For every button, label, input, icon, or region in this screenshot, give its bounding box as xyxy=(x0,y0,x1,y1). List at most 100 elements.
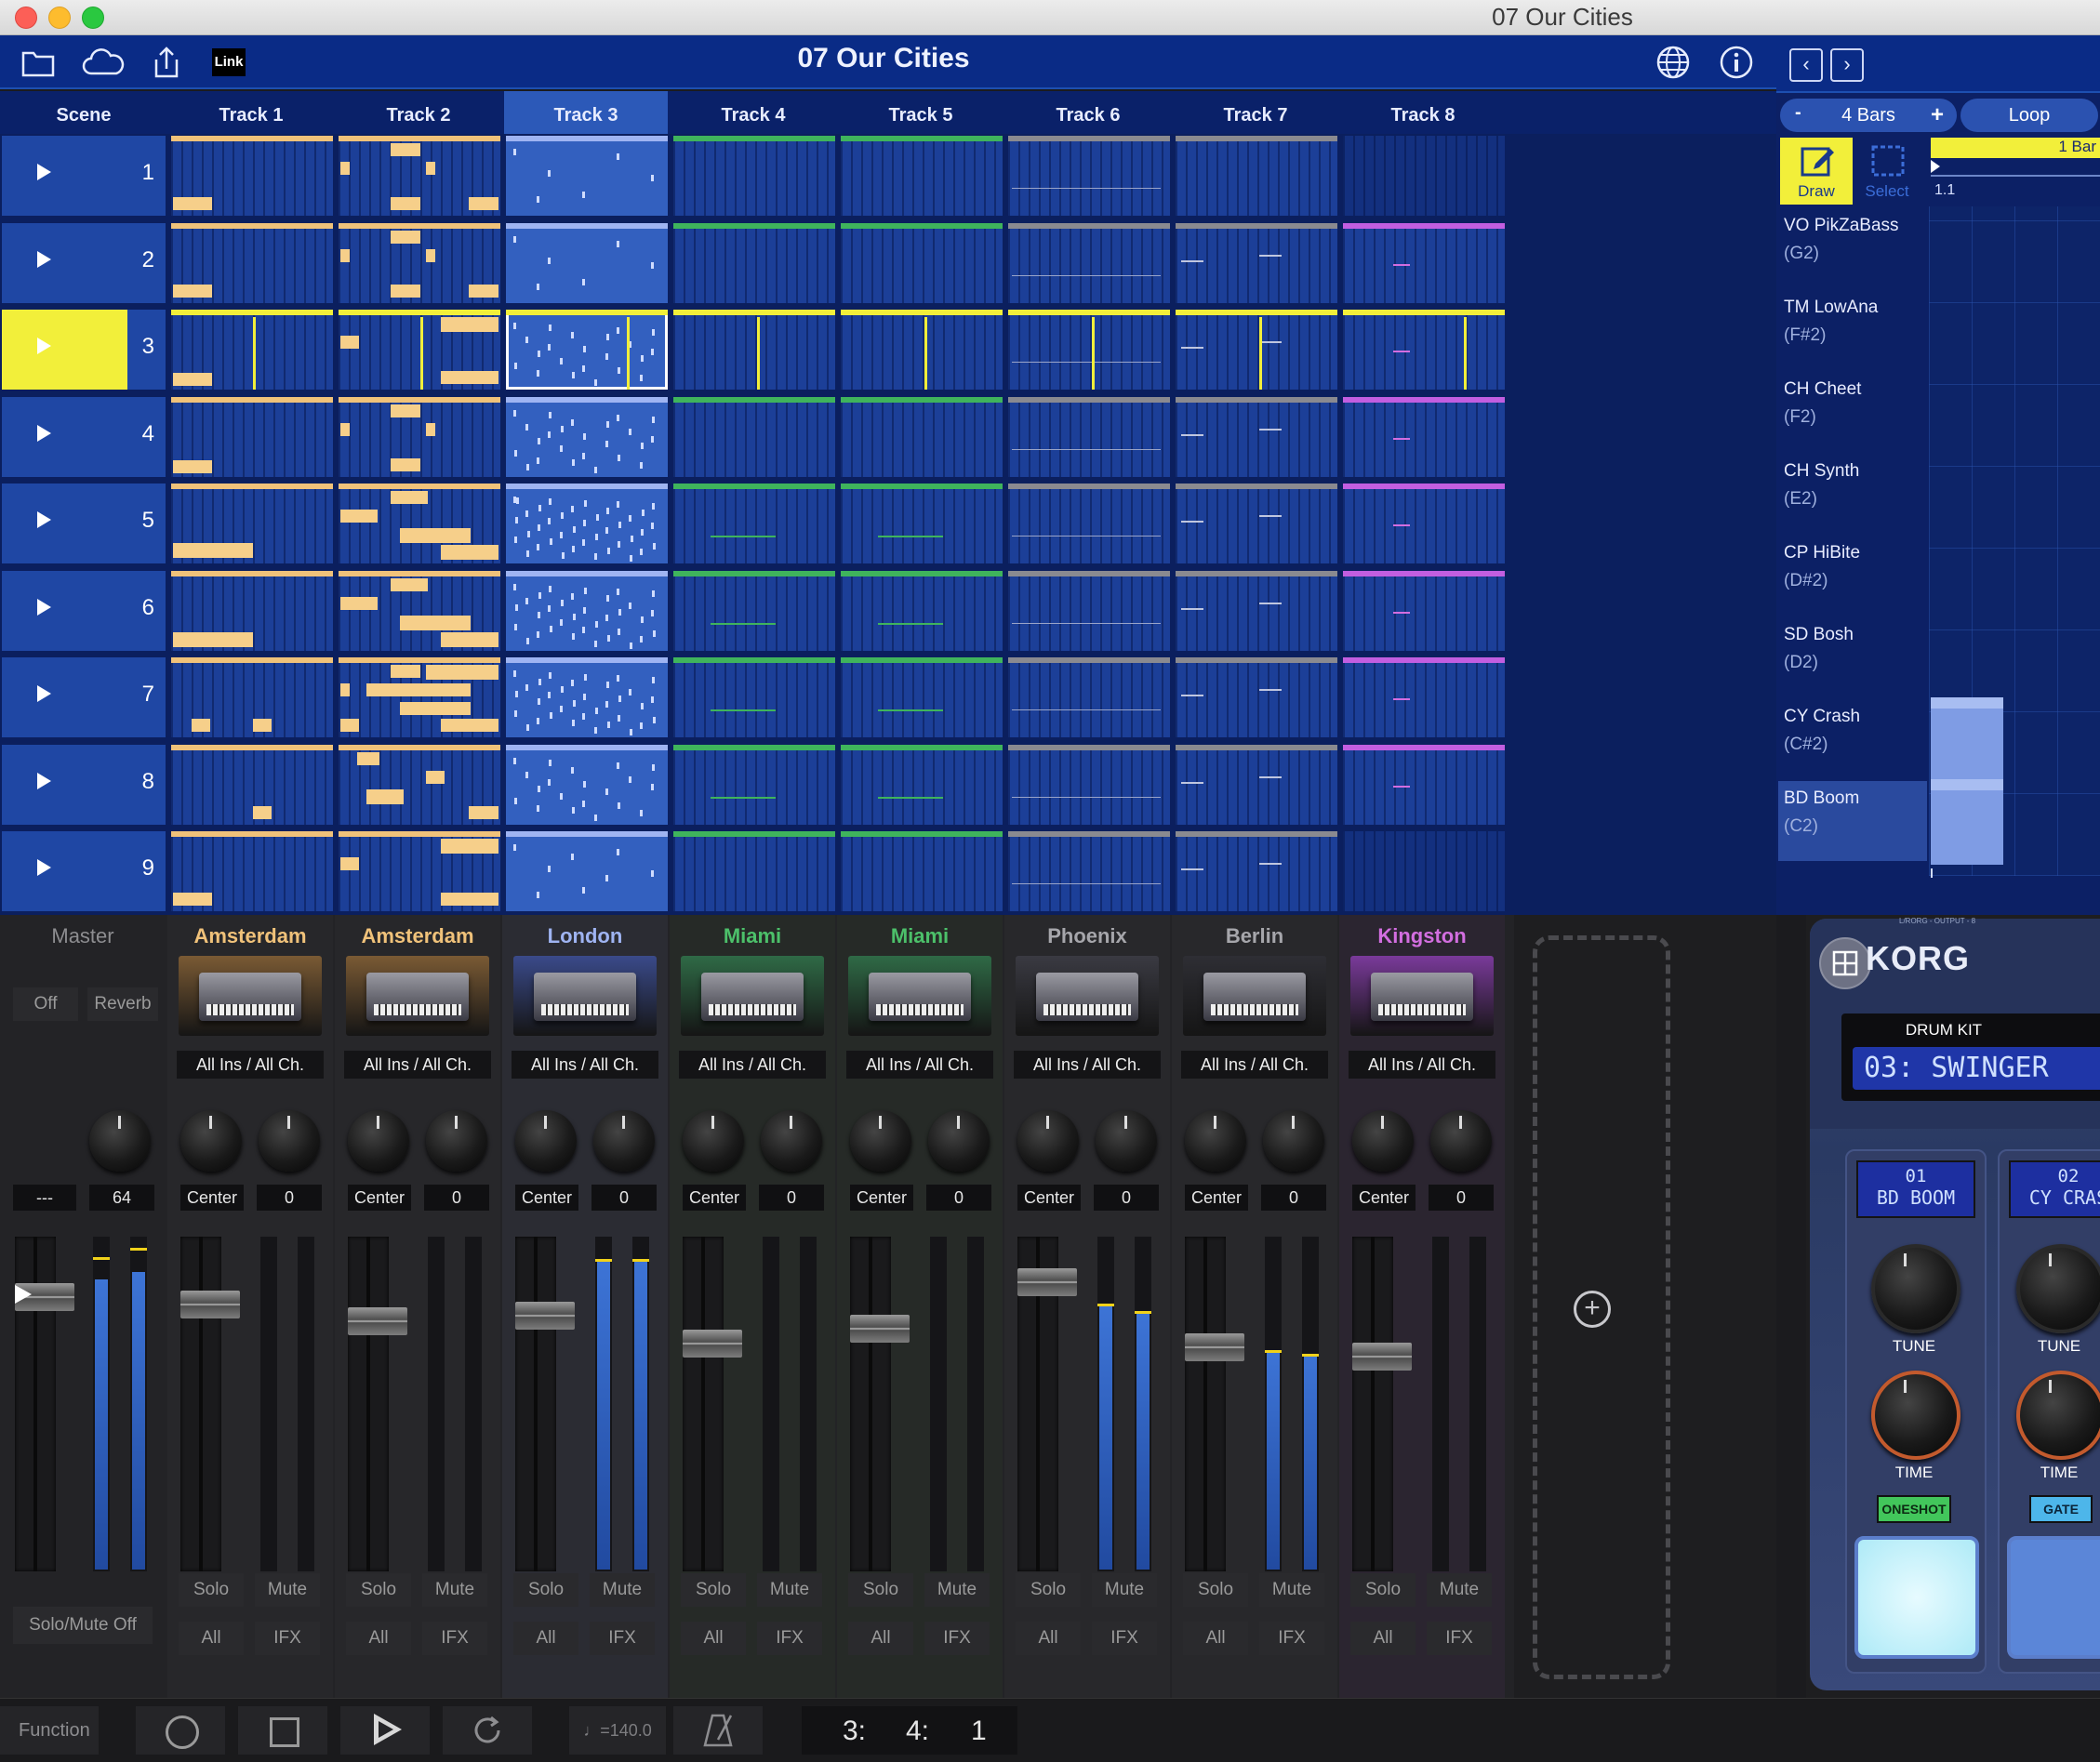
note-block[interactable] xyxy=(1931,697,2003,783)
clip-slot[interactable] xyxy=(506,222,668,303)
clip-slot[interactable] xyxy=(673,136,835,216)
ifx-button[interactable]: IFX xyxy=(1259,1622,1324,1655)
clip-slot[interactable] xyxy=(1176,484,1337,563)
clip-slot[interactable] xyxy=(1008,570,1170,651)
track-header-7[interactable]: Track 7 xyxy=(1172,91,1339,134)
pan-knob[interactable] xyxy=(348,1110,409,1172)
instrument-row[interactable]: CP HiBite (D#2) xyxy=(1778,536,1927,616)
solo-button[interactable]: Solo xyxy=(1016,1573,1081,1607)
pan-knob[interactable] xyxy=(1352,1110,1414,1172)
clip-slot[interactable] xyxy=(1176,396,1337,477)
volume-fader-cap[interactable] xyxy=(850,1315,910,1343)
volume-fader-track[interactable] xyxy=(683,1237,742,1571)
clip-slot[interactable] xyxy=(1176,310,1337,390)
solo-button[interactable]: Solo xyxy=(848,1573,913,1607)
send-knob[interactable] xyxy=(593,1110,655,1172)
share-icon[interactable] xyxy=(149,45,184,80)
clip-slot[interactable] xyxy=(1176,744,1337,825)
volume-fader-track[interactable] xyxy=(1017,1237,1077,1571)
pad-1-tune-knob[interactable] xyxy=(1871,1244,1960,1333)
pan-knob[interactable] xyxy=(515,1110,577,1172)
record-button[interactable] xyxy=(136,1706,225,1755)
drum-step-roll[interactable] xyxy=(1929,206,2100,878)
scene-launch-7[interactable]: 7 xyxy=(2,657,166,737)
input-routing[interactable]: All Ins / All Ch. xyxy=(1349,1051,1495,1079)
input-routing[interactable]: All Ins / All Ch. xyxy=(344,1051,491,1079)
select-tool-button[interactable]: Select xyxy=(1853,138,1921,205)
send-knob[interactable] xyxy=(1430,1110,1492,1172)
clip-slot[interactable] xyxy=(841,484,1003,563)
bars-plus-button[interactable]: + xyxy=(1931,102,1944,128)
send-knob[interactable] xyxy=(928,1110,990,1172)
clip-slot[interactable] xyxy=(1176,222,1337,303)
track-header-4[interactable]: Track 4 xyxy=(670,91,837,134)
scene-launch-5[interactable]: 5 xyxy=(2,484,166,563)
input-routing[interactable]: All Ins / All Ch. xyxy=(846,1051,993,1079)
kit-layout-button[interactable] xyxy=(1819,937,1871,989)
clip-slot[interactable] xyxy=(1176,136,1337,216)
clip-slot[interactable] xyxy=(339,570,500,651)
synth-thumbnail[interactable] xyxy=(1350,956,1494,1036)
clip-slot[interactable] xyxy=(1008,396,1170,477)
folder-icon[interactable] xyxy=(20,45,56,80)
draw-tool-button[interactable]: Draw xyxy=(1780,138,1853,205)
play-button[interactable] xyxy=(340,1706,430,1755)
clip-slot[interactable] xyxy=(506,831,668,911)
volume-fader-track[interactable] xyxy=(1185,1237,1244,1571)
kit-name-display[interactable]: 03: SWINGER xyxy=(1853,1047,2100,1090)
clip-slot[interactable] xyxy=(171,570,333,651)
clip-slot[interactable] xyxy=(1176,657,1337,737)
instrument-row[interactable]: CH Cheet (F2) xyxy=(1778,372,1927,452)
scene-launch-6[interactable]: 6 xyxy=(2,570,166,651)
prev-clip-button[interactable]: ‹ xyxy=(1789,48,1823,82)
instrument-row[interactable]: CY Crash (C#2) xyxy=(1778,699,1927,779)
master-send-knob[interactable] xyxy=(89,1110,151,1172)
solo-button[interactable]: Solo xyxy=(1183,1573,1248,1607)
close-window-button[interactable] xyxy=(15,7,37,29)
reverb-button[interactable]: Reverb xyxy=(87,987,158,1021)
next-clip-button[interactable]: › xyxy=(1830,48,1864,82)
pad-1-mode-button[interactable]: ONESHOT xyxy=(1877,1495,1951,1523)
clip-slot[interactable] xyxy=(339,657,500,737)
clip-slot[interactable] xyxy=(1343,744,1505,825)
volume-fader-cap[interactable] xyxy=(1017,1268,1077,1296)
clip-slot[interactable] xyxy=(1008,222,1170,303)
clip-slot[interactable] xyxy=(841,744,1003,825)
clip-slot[interactable] xyxy=(506,310,668,390)
all-button[interactable]: All xyxy=(513,1622,578,1655)
scene-launch-8[interactable]: 8 xyxy=(2,744,166,825)
clip-slot[interactable] xyxy=(339,310,500,390)
send-knob[interactable] xyxy=(1096,1110,1157,1172)
instrument-row[interactable]: VO PikZaBass (G2) xyxy=(1778,208,1927,288)
clip-slot[interactable] xyxy=(506,396,668,477)
input-routing[interactable]: All Ins / All Ch. xyxy=(512,1051,658,1079)
clip-slot[interactable] xyxy=(1008,744,1170,825)
mute-button[interactable]: Mute xyxy=(255,1573,320,1607)
input-routing[interactable]: All Ins / All Ch. xyxy=(679,1051,826,1079)
synth-thumbnail[interactable] xyxy=(1183,956,1326,1036)
ifx-button[interactable]: IFX xyxy=(757,1622,822,1655)
synth-thumbnail[interactable] xyxy=(681,956,824,1036)
scene-launch-4[interactable]: 4 xyxy=(2,396,166,477)
volume-fader-cap[interactable] xyxy=(180,1291,240,1318)
clip-slot[interactable] xyxy=(1176,831,1337,911)
clip-slot[interactable] xyxy=(673,396,835,477)
loop-toggle-button[interactable] xyxy=(443,1706,532,1755)
metronome-button[interactable] xyxy=(673,1706,763,1755)
synth-thumbnail[interactable] xyxy=(346,956,489,1036)
clip-slot[interactable] xyxy=(673,484,835,563)
clip-slot[interactable] xyxy=(673,570,835,651)
clip-slot[interactable] xyxy=(1176,570,1337,651)
volume-fader-track[interactable] xyxy=(515,1237,575,1571)
volume-fader-cap[interactable] xyxy=(683,1330,742,1358)
volume-fader-cap[interactable] xyxy=(1185,1333,1244,1361)
function-button[interactable]: Function xyxy=(0,1706,99,1755)
input-routing[interactable]: All Ins / All Ch. xyxy=(1014,1051,1161,1079)
clip-slot[interactable] xyxy=(339,744,500,825)
track-header-3[interactable]: Track 3 xyxy=(504,91,668,134)
ifx-button[interactable]: IFX xyxy=(422,1622,487,1655)
loop-button[interactable]: Loop xyxy=(1960,99,2098,132)
clip-slot[interactable] xyxy=(171,484,333,563)
clip-slot[interactable] xyxy=(841,831,1003,911)
volume-fader-track[interactable] xyxy=(348,1237,407,1571)
